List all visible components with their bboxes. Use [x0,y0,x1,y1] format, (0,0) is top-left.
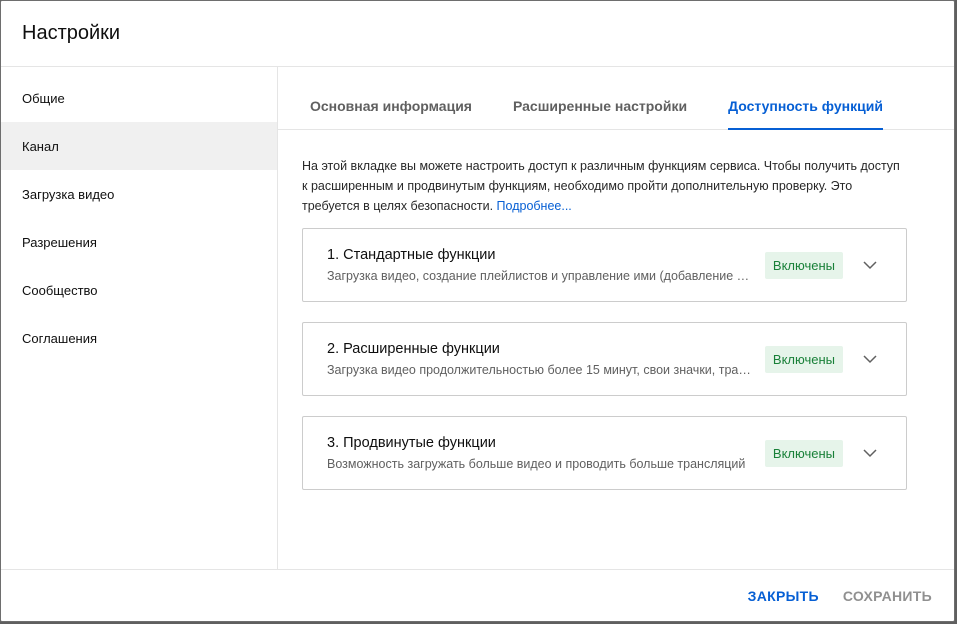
sidebar-item-agreements[interactable]: Соглашения [1,314,277,362]
dialog-footer: ЗАКРЫТЬ СОХРАНИТЬ [1,569,954,621]
close-button[interactable]: ЗАКРЫТЬ [748,582,819,610]
feature-title: 1. Стандартные функции [327,247,496,263]
save-button[interactable]: СОХРАНИТЬ [843,582,932,610]
dialog-body: Общие Канал Загрузка видео Разрешения Со… [1,67,954,569]
learn-more-link[interactable]: Подробнее... [497,199,572,213]
tab-bar: Основная информация Расширенные настройк… [278,67,954,130]
feature-card-text: 1. Стандартные функции Загрузка видео, с… [327,247,753,283]
status-badge: Включены [764,251,843,279]
sidebar: Общие Канал Загрузка видео Разрешения Со… [1,67,278,569]
feature-description: Загрузка видео, создание плейлистов и уп… [327,269,751,283]
status-badge: Включены [764,345,843,373]
sidebar-item-upload-defaults[interactable]: Загрузка видео [1,170,277,218]
main-panel: Основная информация Расширенные настройк… [278,67,954,569]
feature-description: Загрузка видео продолжительностью более … [327,363,751,377]
intro-paragraph: На этой вкладке вы можете настроить дост… [302,156,907,216]
settings-dialog: Настройки Общие Канал Загрузка видео Раз… [0,0,955,622]
feature-title: 2. Расширенные функции [327,341,500,357]
feature-card-text: 2. Расширенные функции Загрузка видео пр… [327,341,753,377]
intro-text: На этой вкладке вы можете настроить дост… [302,159,900,213]
chevron-down-icon[interactable] [858,441,882,465]
tab-content: На этой вкладке вы можете настроить дост… [278,130,954,490]
feature-card-text: 3. Продвинутые функции Возможность загру… [327,435,753,471]
tab-feature-eligibility[interactable]: Доступность функций [728,98,883,130]
chevron-down-icon[interactable] [858,253,882,277]
feature-title: 3. Продвинутые функции [327,435,496,451]
dialog-title: Настройки [22,22,121,44]
feature-card-advanced[interactable]: 3. Продвинутые функции Возможность загру… [302,416,907,490]
tab-advanced-settings[interactable]: Расширенные настройки [513,98,687,130]
sidebar-item-permissions[interactable]: Разрешения [1,218,277,266]
sidebar-item-channel[interactable]: Канал [1,122,277,170]
sidebar-item-general[interactable]: Общие [1,74,277,122]
feature-description: Возможность загружать больше видео и про… [327,457,746,471]
status-badge: Включены [764,439,843,467]
tab-basic-info[interactable]: Основная информация [310,98,472,130]
feature-card-standard[interactable]: 1. Стандартные функции Загрузка видео, с… [302,228,907,302]
sidebar-item-community[interactable]: Сообщество [1,266,277,314]
feature-card-intermediate[interactable]: 2. Расширенные функции Загрузка видео пр… [302,322,907,396]
dialog-header: Настройки [1,1,954,67]
chevron-down-icon[interactable] [858,347,882,371]
